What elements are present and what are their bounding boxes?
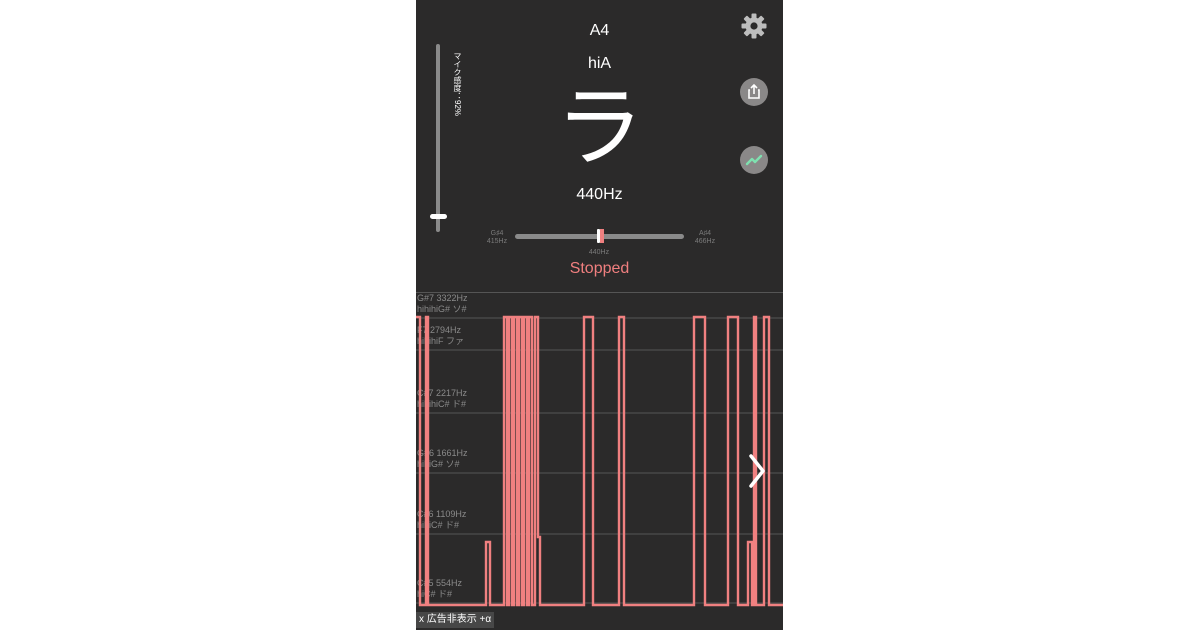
status-text: Stopped [569, 260, 630, 277]
tuning-center-marker [600, 229, 604, 243]
graph-note-label: F7 2794Hz [417, 325, 462, 335]
lower-note-freq: 415Hz [486, 238, 508, 245]
octave-label: hiA [587, 55, 612, 72]
mic-sensitivity-label: マイク感度：92% [453, 52, 462, 117]
graph-solfege-label: hihiG# ソ# [417, 459, 460, 469]
graph-solfege-label: hiC# ド# [417, 589, 452, 599]
pitch-trace-line [416, 315, 783, 607]
graph-note-label: C#7 2217Hz [417, 388, 468, 398]
tuner-screen: A4 hiA ラ 440Hz マイク感度：92% G♯4 415Hz A♯4 4… [416, 0, 783, 630]
upper-note-freq: 466Hz [694, 238, 716, 245]
graph-note-label: G#6 1661Hz [417, 448, 468, 458]
frequency-readout: 440Hz [576, 186, 623, 203]
tuning-needle [597, 229, 600, 243]
upper-note-info: A♯4 466Hz [690, 230, 720, 246]
graph-note-label: C#6 1109Hz [417, 509, 467, 519]
gear-icon[interactable] [740, 12, 768, 40]
upper-note-name: A♯4 [698, 230, 712, 237]
lower-note-info: G♯4 415Hz [482, 230, 512, 246]
chevron-right-icon[interactable] [746, 452, 770, 490]
trend-line-icon[interactable] [740, 146, 768, 174]
center-freq-label: 440Hz [588, 249, 610, 256]
solfege-name: ラ [555, 76, 644, 179]
pitch-history-graph: G#7 3322HzhihihiG# ソ# F7 2794HzhihihiF ファ… [416, 293, 783, 607]
graph-note-label: C#5 554Hz [417, 578, 463, 588]
graph-solfege-label: hihihiG# ソ# [417, 304, 467, 314]
graph-solfege-label: hihihiC# ド# [417, 399, 466, 409]
mic-sensitivity-handle[interactable] [430, 214, 447, 219]
lower-note-name: G♯4 [490, 230, 504, 237]
graph-note-label: G#7 3322Hz [417, 293, 468, 303]
graph-solfege-label: hihiC# ド# [417, 520, 459, 530]
note-name: A4 [589, 22, 610, 39]
graph-solfege-label: hihihiF ファ [417, 336, 464, 346]
graph-labels: G#7 3322HzhihihiG# ソ# F7 2794HzhihihiF ファ… [417, 293, 468, 599]
remove-ads-button[interactable]: x 広告非表示 +α [416, 612, 495, 628]
mic-sensitivity-track[interactable] [436, 44, 440, 232]
share-icon[interactable] [740, 78, 768, 106]
